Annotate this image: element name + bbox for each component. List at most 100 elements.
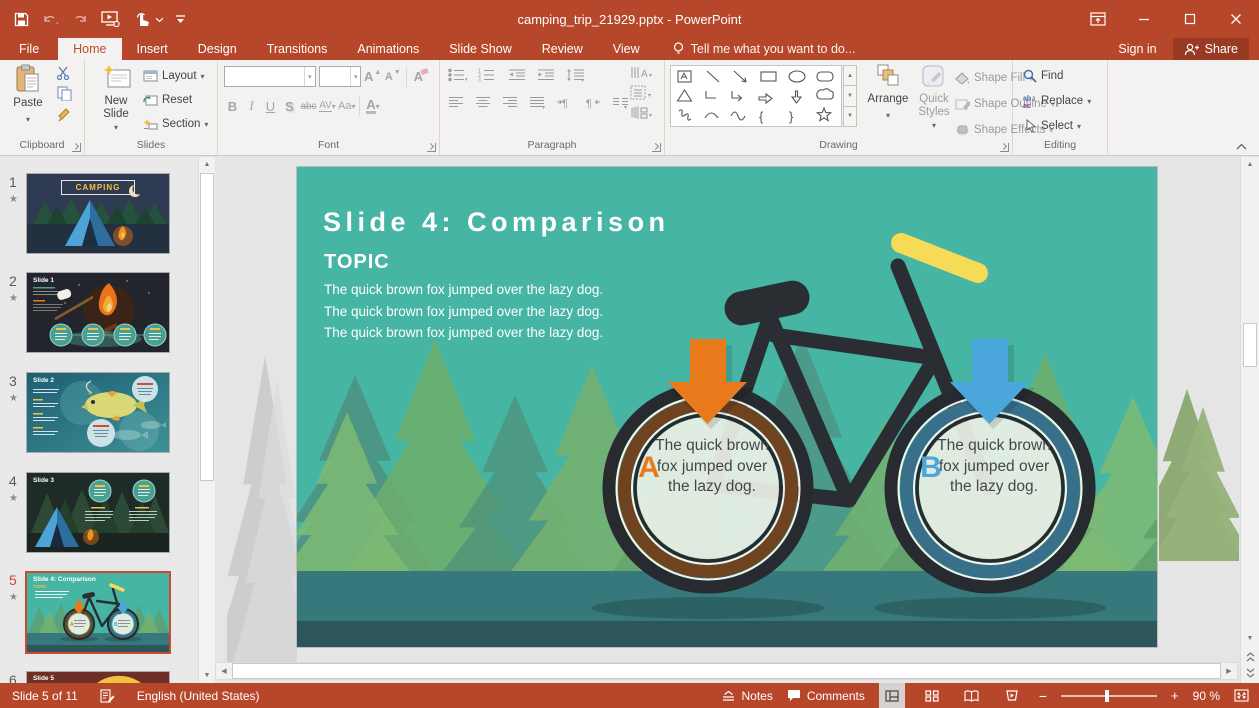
thumbnail-image[interactable]: Slide 1 [26,272,170,353]
next-slide-icon[interactable] [1241,665,1259,680]
font-name-combo[interactable]: ▾ [224,66,316,87]
ribbon-display-icon[interactable] [1075,0,1121,38]
text-shadow-button[interactable]: S [281,96,298,116]
view-normal-button[interactable] [878,683,905,708]
bold-button[interactable]: B [224,96,241,116]
thumbnail-image[interactable]: Slide 3 [26,472,170,553]
maximize-icon[interactable] [1167,0,1213,38]
text-direction-button[interactable]: A ▾ [630,65,654,80]
font-size-input[interactable] [320,67,351,86]
copy-icon[interactable] [56,86,72,101]
underline-button[interactable]: U [262,96,279,116]
increase-indent-button[interactable] [537,68,555,82]
language-indicator[interactable]: English (United States) [137,689,260,703]
drawing-dialog-launcher[interactable] [1000,143,1009,152]
shape-gallery-more-icon[interactable]: ▼ [843,106,857,127]
shape-gallery-down-icon[interactable]: ▼ [843,86,857,107]
zoom-slider[interactable] [1061,689,1158,702]
notes-toggle[interactable]: Notes [722,689,773,703]
font-color-button[interactable]: A ▾ [364,96,381,116]
scroll-right-icon[interactable]: ▶ [1221,663,1237,679]
reset-button[interactable]: Reset [143,89,208,111]
share-button[interactable]: Share [1172,38,1249,60]
font-size-caret-icon[interactable]: ▾ [350,67,360,86]
collapse-ribbon-icon[interactable] [1236,143,1247,150]
clipboard-dialog-launcher[interactable] [72,143,81,152]
scrollbar-thumb[interactable] [232,663,1221,679]
paste-button[interactable]: Paste ▾ [1,64,55,126]
scrollbar-thumb[interactable] [200,173,214,481]
format-painter-icon[interactable] [56,107,72,122]
thumbnail-image[interactable]: CAMPING [26,173,170,254]
line-spacing-button[interactable]: ▾ [566,68,586,82]
comparison-text-a[interactable]: The quick brown fox jumped over the lazy… [653,436,771,498]
layout-button[interactable]: Layout ▾ [143,65,208,87]
thumbnail-image[interactable]: A B Slide 4: Comparison TOPIC [25,571,171,654]
scroll-up-icon[interactable]: ▲ [199,157,215,172]
thumbnail-scrollbar[interactable]: ▲ ▼ [198,157,215,683]
current-slide[interactable]: Slide 4: Comparison TOPIC The quick brow… [296,166,1158,648]
scroll-down-icon[interactable]: ▼ [1241,631,1259,646]
align-text-button[interactable]: ▾ [630,85,654,100]
scrollbar-thumb[interactable] [1243,323,1257,367]
font-name-caret-icon[interactable]: ▾ [303,67,315,86]
tab-animations[interactable]: Animations [342,38,434,60]
horizontal-scrollbar[interactable]: ◀ ▶ [215,662,1238,680]
shrink-font-button[interactable]: A ▼ [384,67,401,87]
sign-in-link[interactable]: Sign in [1118,42,1156,56]
thumbnail-slide-4[interactable]: 4 ★ Slide 3 [0,472,198,555]
italic-button[interactable]: I [243,96,260,116]
font-dialog-launcher[interactable] [427,143,436,152]
decrease-indent-button[interactable] [508,68,526,82]
tab-design[interactable]: Design [183,38,252,60]
grow-font-button[interactable]: A ▲ [364,67,381,87]
columns-button[interactable]: ▾ [612,96,629,109]
thumbnail-slide-1[interactable]: 1 ★ CAMPING [0,173,198,256]
paragraph-dialog-launcher[interactable] [652,143,661,152]
slide-indicator[interactable]: Slide 5 of 11 [12,689,78,703]
tab-review[interactable]: Review [527,38,598,60]
change-case-button[interactable]: Aa ▾ [338,96,355,116]
slide-title[interactable]: Slide 4: Comparison [323,207,670,238]
scroll-left-icon[interactable]: ◀ [216,663,232,679]
text-direction-ltr-button[interactable]: ¶ [556,96,573,109]
view-reading-button[interactable] [959,683,985,708]
qat-customize-icon[interactable] [176,14,185,24]
thumbnail-slide-6[interactable]: 6 Slide 5 [0,671,198,683]
thumbnail-slide-2[interactable]: 2 ★ Slide 1 [0,272,198,355]
touch-mode-icon[interactable] [133,11,163,27]
slide-canvas[interactable]: Slide 4: Comparison TOPIC The quick brow… [215,157,1259,683]
thumbnail-slide-3[interactable]: 3 ★ Slide 2 [0,372,198,455]
text-direction-rtl-button[interactable]: ¶ [584,96,601,109]
close-icon[interactable] [1213,0,1259,38]
zoom-slider-thumb[interactable] [1105,689,1110,702]
bullets-button[interactable]: ▾ [448,68,467,82]
align-center-button[interactable] [475,96,491,109]
convert-smartart-button[interactable]: ▾ [630,105,654,120]
zoom-in-button[interactable]: + [1171,688,1179,703]
thumbnail-image[interactable]: Slide 2 [26,372,170,453]
start-slideshow-icon[interactable] [101,11,120,27]
slide-body-text[interactable]: The quick brown fox jumped over the lazy… [324,279,624,344]
numbering-button[interactable]: 123 [478,68,497,82]
select-button[interactable]: Select ▾ [1023,115,1091,137]
tab-insert[interactable]: Insert [122,38,183,60]
minimize-icon[interactable] [1121,0,1167,38]
slide-topic-heading[interactable]: TOPIC [324,251,390,274]
tab-file[interactable]: File [0,38,58,60]
zoom-out-button[interactable]: − [1039,688,1047,704]
redo-icon[interactable] [72,12,88,26]
comparison-text-b[interactable]: The quick brown fox jumped over the lazy… [935,436,1053,498]
save-icon[interactable] [14,12,29,27]
new-slide-button[interactable]: New Slide ▾ [89,64,143,134]
align-left-button[interactable] [448,96,464,109]
tab-transitions[interactable]: Transitions [252,38,343,60]
font-name-input[interactable] [225,67,304,86]
quick-styles-button[interactable]: Quick Styles ▾ [907,64,961,132]
tell-me-box[interactable]: Tell me what you want to do... [663,38,866,60]
clear-formatting-button[interactable]: A [412,67,429,87]
zoom-fit-icon[interactable] [1234,689,1249,702]
proofing-icon[interactable] [100,688,115,703]
tab-slideshow[interactable]: Slide Show [434,38,527,60]
undo-icon[interactable] [42,12,59,26]
